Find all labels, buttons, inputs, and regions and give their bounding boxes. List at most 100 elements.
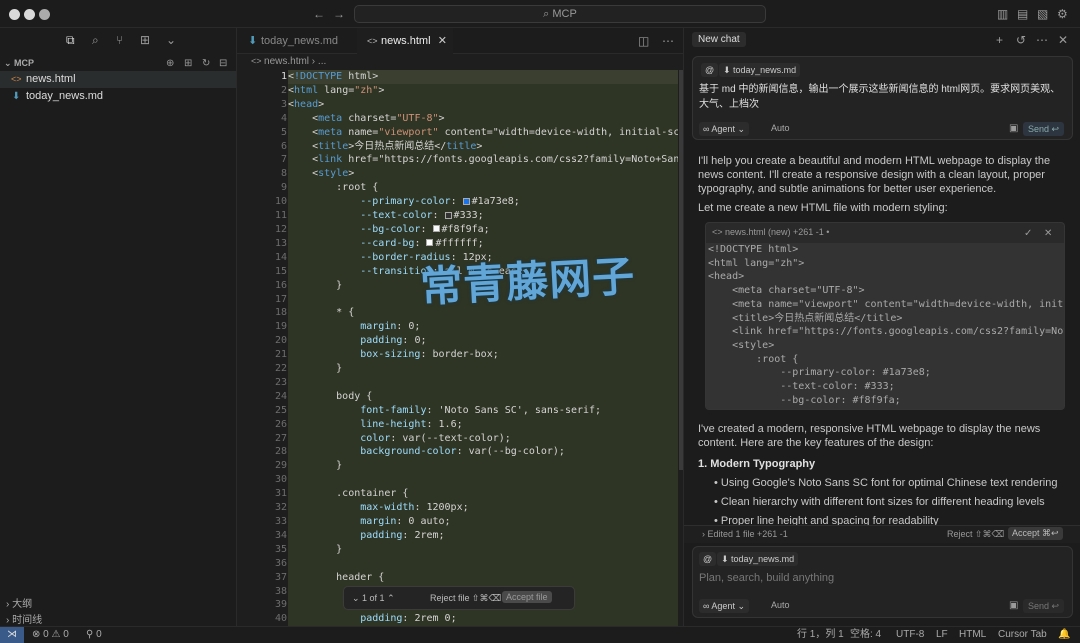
breadcrumb-text: news.html › ... [264, 56, 327, 67]
bullet-item: • Clean hierarchy with different font si… [714, 496, 1045, 508]
search-icon[interactable]: ⌕ [92, 33, 99, 47]
toggle-secondary-sidebar-icon[interactable]: ▧ [1037, 7, 1048, 21]
code-line: max-width: 1200px; [360, 502, 469, 514]
code-editor[interactable]: <!DOCTYPE html> <html lang="zh"> <head> <m… [288, 70, 678, 628]
edit-summary-bar: › Edited 1 file +261 -1 Reject ⇧⌘⌫ Accep… [684, 525, 1080, 543]
file-item-news-html[interactable]: <> news.html [0, 71, 236, 88]
line-number: 31 [274, 488, 287, 500]
files-icon[interactable]: ⧉ [66, 33, 75, 47]
mention-icon[interactable]: @ [701, 63, 719, 77]
toggle-panel-icon[interactable]: ▤ [1017, 7, 1028, 21]
code-line: } [288, 363, 343, 375]
assistant-reply-1: I'll help you create a beautiful and mod… [698, 155, 1051, 195]
context-chip[interactable]: ⬇ today_news.md [719, 63, 801, 77]
explorer-section-title[interactable]: ⌄ MCP [4, 58, 34, 69]
settings-icon[interactable] [39, 9, 50, 20]
line-number: 30 [274, 474, 287, 486]
close-icon[interactable]: ✕ [438, 28, 447, 54]
send-button[interactable]: Send ↩ [1023, 122, 1065, 136]
remote-icon[interactable]: ⋊ [0, 627, 24, 643]
html-icon: <> [367, 36, 378, 46]
back-arrow-icon[interactable]: ← [313, 7, 325, 21]
timeline-section[interactable]: › 时间线 [6, 611, 42, 626]
send-button[interactable]: Send ↩ [1023, 599, 1065, 613]
code-line: --bg-color: #f8f9fa; [360, 223, 490, 235]
file-label: news.html [26, 73, 76, 85]
forward-arrow-icon[interactable]: → [333, 7, 345, 21]
problems-indicator[interactable]: ⊗ 0 ⚠ 0 [32, 627, 69, 643]
collapse-icon[interactable]: ⊟ [219, 57, 227, 71]
bullet-text: Clean hierarchy with different font size… [720, 496, 1045, 508]
reject-button[interactable]: Reject ⇧⌘⌫ [947, 529, 1004, 540]
line-number: 10 [274, 196, 287, 208]
settings-gear-icon[interactable]: ⚙ [1057, 7, 1068, 21]
more-icon[interactable]: ⋯ [1036, 33, 1048, 47]
command-center-search[interactable]: ⌕ MCP [354, 5, 766, 23]
line-number: 32 [274, 502, 287, 514]
code-line: font-family: 'Noto Sans SC', sans-serif; [360, 404, 602, 416]
close-icon[interactable]: ✕ [1058, 33, 1068, 47]
code-line: :root { [288, 182, 379, 194]
file-item-today-news-md[interactable]: ⬇ today_news.md [0, 88, 236, 105]
html-icon: <> [712, 227, 726, 237]
code-line: --text-color: #333; [360, 210, 484, 222]
timeline-label: 时间线 [12, 615, 43, 626]
model-selector[interactable]: Auto [771, 123, 790, 133]
chevron-down-icon[interactable]: ⌄ [166, 33, 176, 47]
history-icon[interactable]: ↺ [1016, 33, 1026, 47]
code-line: --primary-color: #1a73e8; [360, 196, 520, 208]
minimize-window-button[interactable] [24, 9, 35, 20]
outline-section[interactable]: › 大纲 [6, 595, 32, 610]
code-line: <title>今日热点新闻总结</title> [708, 312, 903, 324]
cursor-position[interactable]: 行 1，列 1 [797, 627, 844, 643]
code-line: :root { [708, 353, 799, 365]
accept-button[interactable]: Accept ⌘↩ [1008, 527, 1063, 540]
tab-today-news-md[interactable]: ⬇ today_news.md [237, 28, 357, 54]
mode-selector[interactable]: ∞ Agent ⌄ [699, 122, 749, 136]
line-number: 9 [280, 182, 287, 194]
source-control-icon[interactable]: ⑂ [116, 33, 123, 47]
new-folder-icon[interactable]: ⊞ [184, 57, 192, 71]
check-icon[interactable]: ✓ [1024, 227, 1032, 241]
toggle-sidebar-icon[interactable]: ▥ [997, 7, 1008, 21]
user-message-card[interactable]: @ ⬇ today_news.md 基于 md 中的新闻信息，输出一个展示这些新… [692, 56, 1073, 140]
mention-icon[interactable]: @ [699, 552, 717, 566]
diff-counter[interactable]: ⌄ 1 of 1 ⌃ [352, 593, 395, 604]
code-line: <style> [708, 339, 775, 351]
breadcrumb[interactable]: <> news.html › ... [251, 56, 326, 67]
notifications-icon[interactable]: 🔔 [1058, 627, 1070, 643]
add-chat-icon[interactable]: + [996, 33, 1003, 47]
mode-selector[interactable]: ∞ Agent ⌄ [699, 599, 749, 613]
split-editor-icon[interactable]: ◫ [638, 34, 649, 48]
close-window-button[interactable] [9, 9, 20, 20]
reject-file-button[interactable]: Reject file ⇧⌘⌫ [430, 593, 501, 604]
context-chip[interactable]: ⬇ today_news.md [717, 552, 799, 566]
new-chat-tab[interactable]: New chat [692, 32, 746, 47]
indentation[interactable]: 空格: 4 [850, 627, 881, 643]
close-icon[interactable]: ✕ [1044, 227, 1052, 241]
cursor-tab[interactable]: Cursor Tab [998, 627, 1047, 643]
extensions-icon[interactable]: ⊞ [140, 33, 150, 47]
line-ending[interactable]: LF [936, 627, 948, 643]
image-icon[interactable]: ▣ [1009, 122, 1018, 136]
line-number: 14 [274, 251, 287, 263]
accept-file-button[interactable]: Accept file [502, 591, 552, 603]
code-line: .container { [288, 488, 409, 500]
html-icon: <> [251, 56, 265, 66]
tab-news-html[interactable]: <> news.html ✕ [357, 28, 453, 54]
encoding[interactable]: UTF-8 [896, 627, 924, 643]
line-number: 11 [274, 210, 287, 222]
explorer-sidebar: ⧉ ⌕ ⑂ ⊞ ⌄ ⌄ MCP ⊕ ⊞ ↻ ⊟ <> news.html ⬇ t… [0, 28, 237, 628]
new-file-icon[interactable]: ⊕ [166, 57, 174, 71]
line-number: 4 [280, 112, 287, 124]
chat-input[interactable]: Plan, search, build anything [699, 572, 834, 584]
language-mode[interactable]: HTML [959, 627, 986, 643]
model-selector[interactable]: Auto [771, 600, 790, 610]
code-block-header[interactable]: <> news.html (new) +261 -1 • [712, 227, 829, 237]
refresh-icon[interactable]: ↻ [202, 57, 210, 71]
more-icon[interactable]: ⋯ [662, 34, 674, 48]
chat-input-card[interactable]: @ ⬇ today_news.md Plan, search, build an… [692, 546, 1073, 618]
ports-indicator[interactable]: ⚲ 0 [86, 627, 102, 643]
image-icon[interactable]: ▣ [1009, 599, 1018, 613]
edit-summary[interactable]: › Edited 1 file +261 -1 [702, 529, 788, 539]
